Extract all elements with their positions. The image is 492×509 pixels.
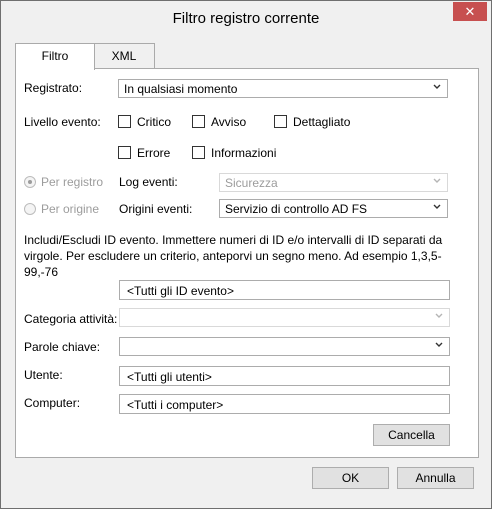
close-icon: ✕ — [464, 4, 476, 19]
keywords-select[interactable] — [119, 337, 450, 356]
user-input[interactable]: <Tutti gli utenti> — [119, 366, 450, 386]
user-value: <Tutti gli utenti> — [127, 370, 212, 384]
ok-button[interactable]: OK — [312, 467, 389, 489]
tab-xml[interactable]: XML — [93, 43, 155, 68]
warning-checkbox[interactable] — [192, 115, 205, 128]
cancel-button[interactable]: Annulla — [397, 467, 474, 489]
critical-checkbox[interactable] — [118, 115, 131, 128]
verbose-label: Dettagliato — [293, 115, 351, 129]
event-sources-select[interactable]: Servizio di controllo AD FS — [219, 199, 448, 218]
by-log-label: Per registro — [41, 175, 104, 189]
chevron-down-icon — [433, 178, 441, 183]
by-source-label: Per origine — [41, 202, 100, 216]
information-label: Informazioni — [211, 146, 277, 160]
level-label: Livello evento: — [24, 115, 101, 129]
by-log-radio[interactable] — [24, 176, 36, 188]
error-checkbox[interactable] — [118, 146, 131, 159]
logged-value: In qualsiasi momento — [124, 82, 238, 96]
instructions-line-2: virgole. Per escludere un criterio, ante… — [24, 249, 442, 279]
by-source-radio[interactable] — [24, 203, 36, 215]
verbose-checkbox[interactable] — [274, 115, 287, 128]
event-logs-value: Sicurezza — [225, 176, 278, 190]
critical-label: Critico — [137, 115, 172, 129]
chevron-down-icon — [435, 313, 443, 318]
error-label: Errore — [137, 146, 171, 160]
computer-value: <Tutti i computer> — [127, 398, 224, 412]
keywords-label: Parole chiave: — [24, 340, 101, 354]
filter-dialog: Filtro registro corrente ✕ Filtro XML Re… — [0, 0, 492, 509]
task-category-label: Categoria attività: — [24, 312, 118, 326]
chevron-down-icon — [433, 84, 441, 89]
event-id-instructions: Includi/Escludi ID evento. Immettere num… — [24, 232, 464, 280]
event-sources-label: Origini eventi: — [119, 202, 193, 216]
event-sources-value: Servizio di controllo AD FS — [225, 202, 368, 216]
event-logs-select[interactable]: Sicurezza — [219, 173, 448, 192]
logged-label: Registrato: — [24, 81, 83, 95]
chevron-down-icon — [435, 342, 443, 347]
computer-label: Computer: — [24, 396, 81, 410]
task-category-select[interactable] — [119, 308, 450, 327]
title-bar: Filtro registro corrente ✕ — [1, 1, 491, 35]
logged-select[interactable]: In qualsiasi momento — [118, 79, 448, 98]
user-label: Utente: — [24, 368, 63, 382]
event-ids-value: <Tutti gli ID evento> — [127, 284, 234, 298]
chevron-down-icon — [433, 204, 441, 209]
dialog-title: Filtro registro corrente — [172, 10, 320, 27]
event-logs-label: Log eventi: — [119, 175, 178, 189]
instructions-line-1: Includi/Escludi ID evento. Immettere num… — [24, 233, 443, 247]
clear-button[interactable]: Cancella — [373, 424, 450, 446]
close-button[interactable]: ✕ — [453, 2, 487, 21]
computer-input[interactable]: <Tutti i computer> — [119, 394, 450, 414]
radio-selected-dot — [28, 180, 32, 184]
information-checkbox[interactable] — [192, 146, 205, 159]
event-ids-input[interactable]: <Tutti gli ID evento> — [119, 280, 450, 300]
warning-label: Avviso — [211, 115, 247, 129]
tab-filtro[interactable]: Filtro — [15, 43, 95, 70]
